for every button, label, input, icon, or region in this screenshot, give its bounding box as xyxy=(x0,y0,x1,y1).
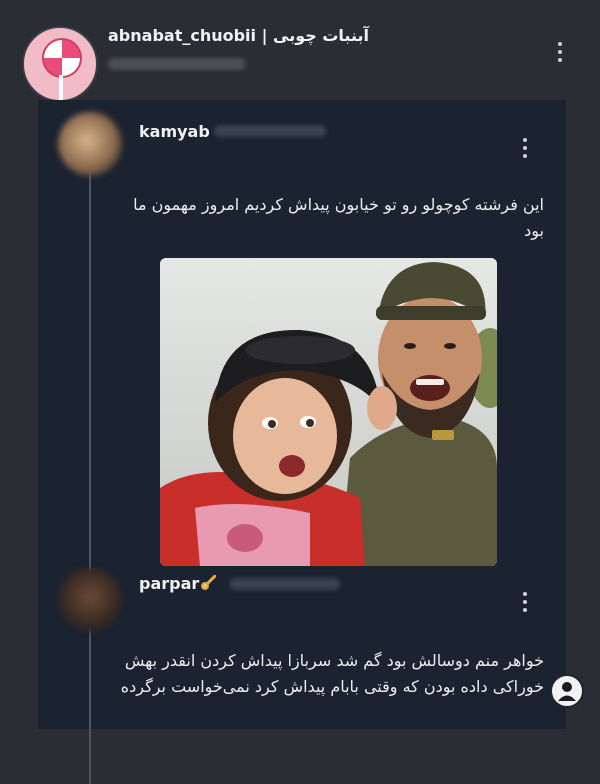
post-text: خواهر منم دوسالش بود گم شد سربازا پیداش … xyxy=(120,651,544,696)
post-avatar-kamyab[interactable] xyxy=(58,112,122,176)
post-text: این فرشته کوچولو رو تو خیابون پیداش کردی… xyxy=(133,195,544,240)
post-handle-blurred xyxy=(230,578,340,590)
header-more-icon[interactable] xyxy=(555,42,565,62)
photo-girl-and-soldier xyxy=(160,258,497,566)
post-more-icon[interactable] xyxy=(520,592,530,612)
post-photo[interactable] xyxy=(160,258,497,566)
comet-emoji-icon xyxy=(201,575,217,590)
channel-avatar[interactable] xyxy=(22,26,98,102)
lollipop-stick xyxy=(59,75,63,100)
post-username-row[interactable]: parpar xyxy=(139,574,217,593)
channel-title[interactable]: abnabat_chuobii | آبنبات چوبی xyxy=(108,26,369,45)
lollipop-logo-icon xyxy=(42,38,82,78)
profile-header: abnabat_chuobii | آبنبات چوبی xyxy=(0,0,600,102)
user-icon xyxy=(558,682,576,701)
thread-connector-line xyxy=(89,172,91,784)
post-username[interactable]: kamyab xyxy=(139,122,210,141)
channel-handle-blurred xyxy=(108,58,246,70)
thread-card: kamyab این فرشته کوچولو رو تو خیابون پید… xyxy=(38,100,566,784)
floating-profile-button[interactable] xyxy=(550,674,584,708)
post-username[interactable]: parpar xyxy=(139,574,199,593)
post-more-icon[interactable] xyxy=(520,138,530,158)
post-avatar-parpar[interactable] xyxy=(58,568,122,632)
post-handle-blurred xyxy=(214,125,326,137)
